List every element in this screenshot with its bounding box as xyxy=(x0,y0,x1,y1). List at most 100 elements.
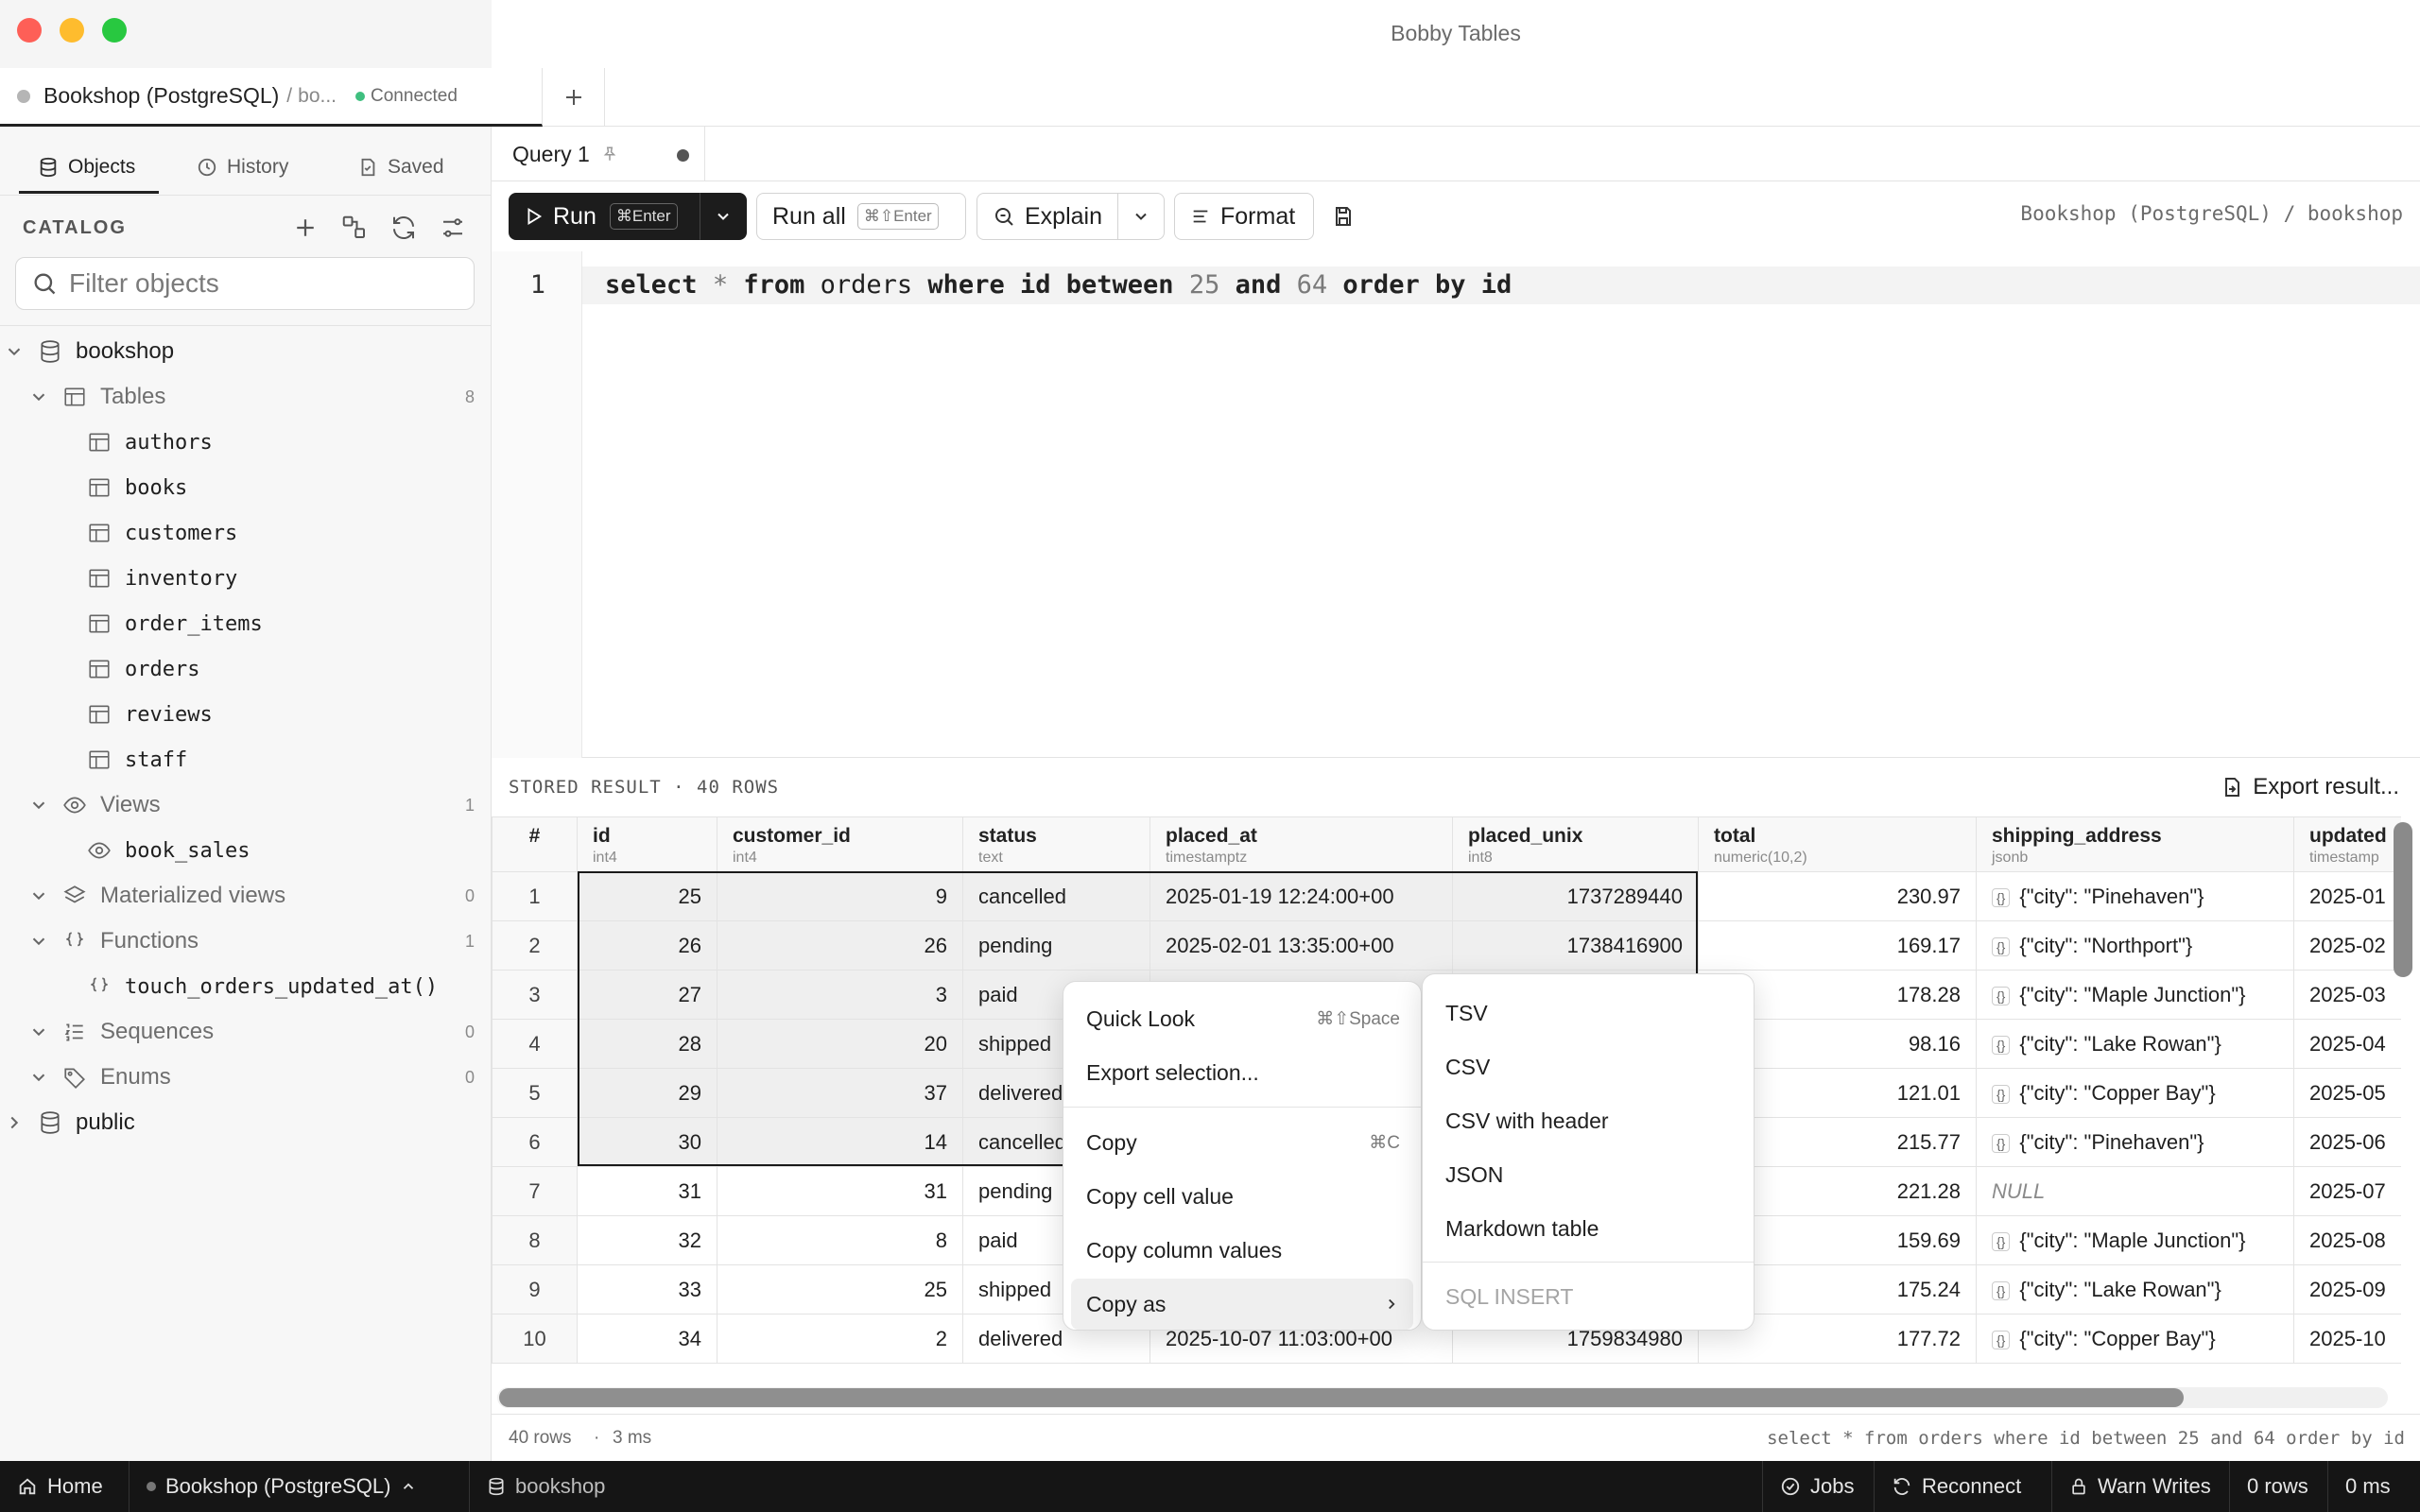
table-cell[interactable]: 2025-02-01 13:35:00+00 xyxy=(1150,920,1453,971)
sql-editor[interactable]: 1 select * from orders where id between … xyxy=(492,251,2420,758)
column-header-shipping-address[interactable]: shipping_address jsonb xyxy=(1976,816,2294,872)
submenu-item-csv-with-header[interactable]: CSV with header xyxy=(1430,1095,1746,1146)
chevron-down-icon[interactable] xyxy=(28,795,49,816)
table-cell[interactable]: 20 xyxy=(717,1019,963,1069)
menu-item-export-selection[interactable]: Export selection... xyxy=(1071,1047,1413,1098)
table-cell[interactable]: {} {"city": "Pinehaven"} xyxy=(1976,871,2294,921)
row-number[interactable]: 1 xyxy=(492,871,578,921)
submenu-item-json[interactable]: JSON xyxy=(1430,1149,1746,1200)
column-header-total[interactable]: total numeric(10,2) xyxy=(1698,816,1977,872)
column-header-customer-id[interactable]: customer_id int4 xyxy=(717,816,963,872)
table-cell[interactable]: 2025-10 xyxy=(2293,1314,2401,1364)
run-all-button[interactable]: Run all ⌘⇧Enter xyxy=(756,193,966,240)
chevron-down-icon[interactable] xyxy=(4,341,25,362)
table-cell[interactable]: {} {"city": "Pinehaven"} xyxy=(1976,1117,2294,1167)
horizontal-scrollbar[interactable] xyxy=(499,1388,2184,1407)
table-cell[interactable]: {} {"city": "Maple Junction"} xyxy=(1976,970,2294,1020)
explain-options-button[interactable] xyxy=(1117,193,1165,240)
home-button[interactable]: Home xyxy=(0,1461,120,1512)
row-number[interactable]: 2 xyxy=(492,920,578,971)
submenu-item-markdown-table[interactable]: Markdown table xyxy=(1430,1203,1746,1254)
chevron-down-icon[interactable] xyxy=(28,387,49,407)
table-cell[interactable]: 2025-06 xyxy=(2293,1117,2401,1167)
table-cell[interactable]: {} {"city": "Copper Bay"} xyxy=(1976,1314,2294,1364)
tree-group-sequences[interactable]: Sequences 0 xyxy=(0,1009,492,1055)
json-badge-icon[interactable]: {} xyxy=(1992,887,2011,907)
table-cell[interactable]: 32 xyxy=(577,1215,717,1265)
table-cell[interactable]: 2025-09 xyxy=(2293,1264,2401,1314)
filter-objects-input[interactable] xyxy=(69,268,466,299)
row-number[interactable]: 10 xyxy=(492,1314,578,1364)
table-cell[interactable]: 2025-04 xyxy=(2293,1019,2401,1069)
chevron-down-icon[interactable] xyxy=(28,931,49,952)
tree-table-staff[interactable]: staff xyxy=(0,737,492,782)
chevron-right-icon[interactable] xyxy=(4,1112,25,1133)
vertical-scrollbar[interactable] xyxy=(2394,822,2412,977)
tree-table-order-items[interactable]: order_items xyxy=(0,601,492,646)
table-cell[interactable]: 3 xyxy=(717,970,963,1020)
explain-button[interactable]: Explain xyxy=(977,193,1118,240)
table-cell[interactable]: {} {"city": "Northport"} xyxy=(1976,920,2294,971)
tree-table-authors[interactable]: authors xyxy=(0,420,492,465)
connection-switcher[interactable]: Bookshop (PostgreSQL) xyxy=(129,1461,434,1512)
column-header-status[interactable]: status text xyxy=(962,816,1150,872)
json-badge-icon[interactable]: {} xyxy=(1992,1330,2011,1349)
json-badge-icon[interactable]: {} xyxy=(1992,936,2011,956)
tree-group-tables[interactable]: Tables 8 xyxy=(0,374,492,420)
table-cell[interactable]: {} {"city": "Lake Rowan"} xyxy=(1976,1019,2294,1069)
tree-group-functions[interactable]: Functions 1 xyxy=(0,919,492,964)
json-badge-icon[interactable]: {} xyxy=(1992,1133,2011,1153)
table-cell[interactable]: 29 xyxy=(577,1068,717,1118)
catalog-settings-button[interactable] xyxy=(439,214,467,242)
tab-query-1[interactable]: Query 1 xyxy=(492,127,705,181)
table-cell[interactable]: 2025-02 xyxy=(2293,920,2401,971)
row-number[interactable]: 5 xyxy=(492,1068,578,1118)
table-cell[interactable]: 37 xyxy=(717,1068,963,1118)
json-badge-icon[interactable]: {} xyxy=(1992,1231,2011,1251)
table-row[interactable]: 1 25 9 cancelled 2025-01-19 12:24:00+00 17372… xyxy=(492,871,2401,921)
row-number[interactable]: 9 xyxy=(492,1264,578,1314)
run-options-button[interactable] xyxy=(700,193,747,240)
table-cell[interactable]: 31 xyxy=(577,1166,717,1216)
submenu-item-csv[interactable]: CSV xyxy=(1430,1041,1746,1092)
tree-group-materialized-views[interactable]: Materialized views 0 xyxy=(0,873,492,919)
table-cell[interactable]: 34 xyxy=(577,1314,717,1364)
table-cell[interactable]: 30 xyxy=(577,1117,717,1167)
table-cell[interactable]: 25 xyxy=(717,1264,963,1314)
table-row[interactable]: 2 26 26 pending 2025-02-01 13:35:00+00 173841… xyxy=(492,920,2401,971)
tree-database-bookshop[interactable]: bookshop xyxy=(0,329,492,374)
run-button[interactable]: Run ⌘Enter xyxy=(509,193,700,240)
close-window-button[interactable] xyxy=(17,18,42,43)
column-header-id[interactable]: id int4 xyxy=(577,816,717,872)
table-cell[interactable]: NULL xyxy=(1976,1166,2294,1216)
warn-writes-toggle[interactable]: Warn Writes xyxy=(2051,1461,2228,1512)
submenu-item-tsv[interactable]: TSV xyxy=(1430,988,1746,1039)
tree-group-enums[interactable]: Enums 0 xyxy=(0,1055,492,1100)
table-cell[interactable]: pending xyxy=(962,920,1150,971)
menu-item-copy-column-values[interactable]: Copy column values xyxy=(1071,1225,1413,1276)
tree-group-views[interactable]: Views 1 xyxy=(0,782,492,828)
column-header-placed-at[interactable]: placed_at timestamptz xyxy=(1150,816,1453,872)
table-cell[interactable]: 230.97 xyxy=(1698,871,1977,921)
tree-table-orders[interactable]: orders xyxy=(0,646,492,692)
table-cell[interactable]: {} {"city": "Maple Junction"} xyxy=(1976,1215,2294,1265)
minimize-window-button[interactable] xyxy=(60,18,84,43)
table-cell[interactable]: 169.17 xyxy=(1698,920,1977,971)
chevron-down-icon[interactable] xyxy=(28,885,49,906)
schema-diagram-button[interactable] xyxy=(340,214,369,242)
json-badge-icon[interactable]: {} xyxy=(1992,1280,2011,1300)
pin-icon[interactable] xyxy=(601,146,618,163)
refresh-button[interactable] xyxy=(389,214,418,242)
table-cell[interactable]: 31 xyxy=(717,1166,963,1216)
row-number[interactable]: 7 xyxy=(492,1166,578,1216)
column-header-updated[interactable]: updated timestamp xyxy=(2293,816,2401,872)
table-cell[interactable]: {} {"city": "Copper Bay"} xyxy=(1976,1068,2294,1118)
tree-function-touch-orders-updated-at[interactable]: touch_orders_updated_at() xyxy=(0,964,492,1009)
tab-history[interactable]: History xyxy=(197,146,288,189)
menu-item-quick-look[interactable]: Quick Look ⌘⇧Space xyxy=(1071,993,1413,1044)
table-cell[interactable]: 1737289440 xyxy=(1452,871,1699,921)
export-result-button[interactable]: Export result... xyxy=(2221,771,2399,803)
table-cell[interactable]: 2025-03 xyxy=(2293,970,2401,1020)
table-cell[interactable]: 26 xyxy=(717,920,963,971)
tree-table-inventory[interactable]: inventory xyxy=(0,556,492,601)
